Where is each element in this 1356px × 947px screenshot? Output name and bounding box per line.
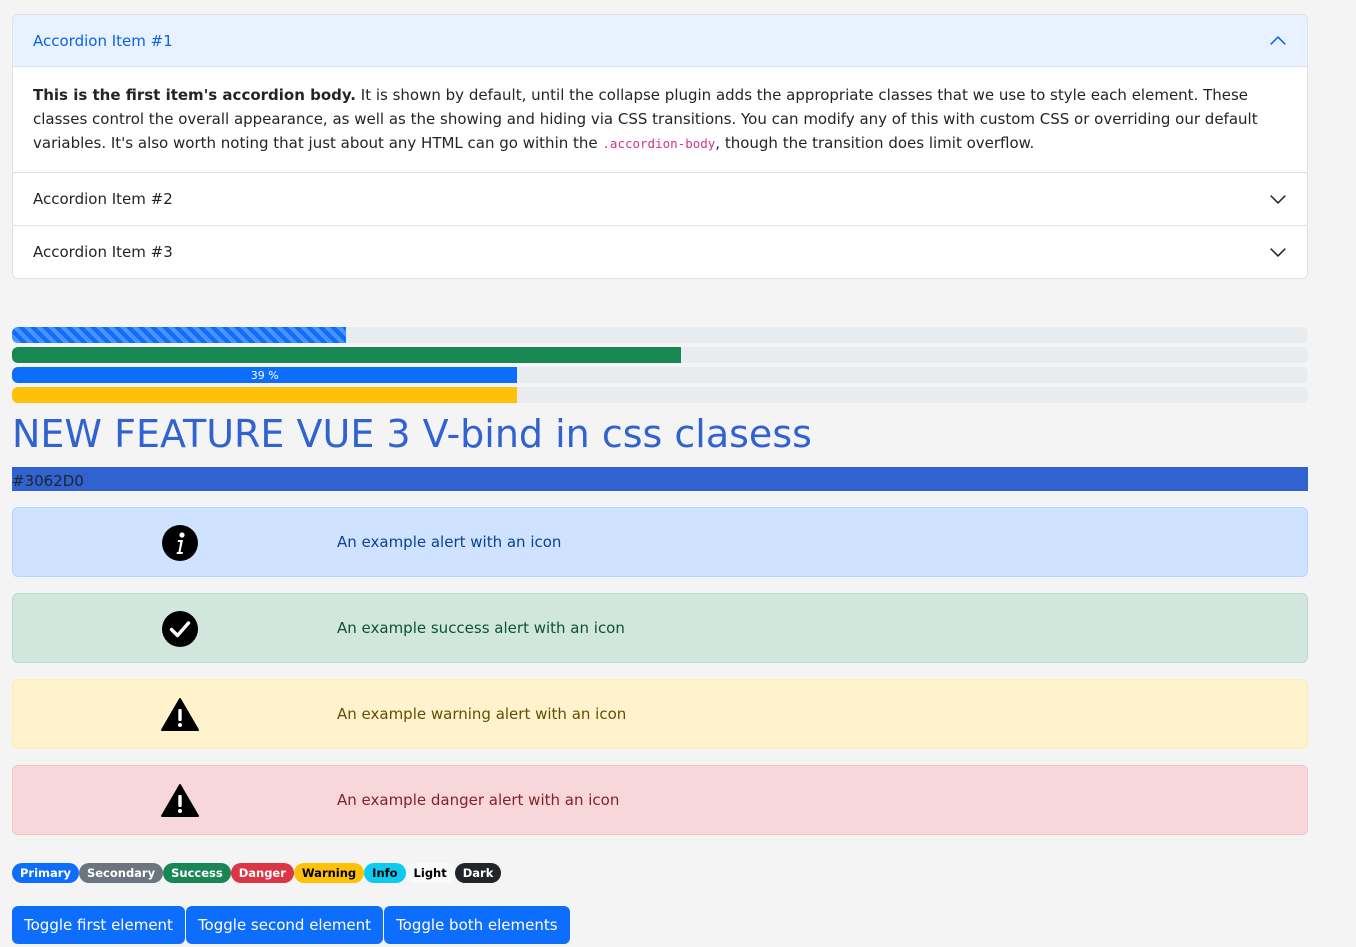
accordion-body-tail: , though the transition does limit overf… xyxy=(715,134,1035,152)
progress-track xyxy=(12,327,1308,343)
chevron-down-icon xyxy=(1270,195,1286,205)
alert-danger: An example danger alert with an icon xyxy=(12,765,1308,835)
accordion-title-3: Accordion Item #3 xyxy=(33,243,173,261)
check-circle-icon xyxy=(162,611,198,647)
badge-row: Primary Secondary Success Danger Warning… xyxy=(12,862,1308,884)
toggle-button-group: Toggle first element Toggle second eleme… xyxy=(12,906,1308,944)
alert-message: An example alert with an icon xyxy=(337,533,562,551)
badge-success: Success xyxy=(163,863,231,883)
accordion-item-3: Accordion Item #3 xyxy=(13,225,1307,278)
info-icon xyxy=(162,525,198,561)
alert-message: An example warning alert with an icon xyxy=(337,705,627,723)
alert-message: An example danger alert with an icon xyxy=(337,791,620,809)
accordion: Accordion Item #1 This is the first item… xyxy=(12,14,1308,279)
progress-bar-striped xyxy=(12,327,347,343)
alert-message: An example success alert with an icon xyxy=(337,619,625,637)
progress-label: 39 % xyxy=(250,368,279,382)
accordion-body-1: This is the first item's accordion body.… xyxy=(13,67,1307,172)
warning-triangle-icon xyxy=(161,784,199,817)
accordion-body-strong: This is the first item's accordion body. xyxy=(33,86,357,104)
alert-info: An example alert with an icon xyxy=(12,507,1308,577)
toggle-both-button[interactable]: Toggle both elements xyxy=(384,906,570,944)
accordion-button-1[interactable]: Accordion Item #1 xyxy=(13,15,1307,67)
progress-track: 39 % xyxy=(12,367,1308,383)
chevron-up-icon xyxy=(1270,35,1286,45)
accordion-item-1: Accordion Item #1 This is the first item… xyxy=(13,15,1307,172)
badge-light: Light xyxy=(405,863,455,883)
progress-group: 39 % xyxy=(12,327,1308,403)
progress-track xyxy=(12,387,1308,403)
chevron-down-icon xyxy=(1270,248,1286,258)
toggle-second-button[interactable]: Toggle second element xyxy=(185,906,384,944)
alert-success: An example success alert with an icon xyxy=(12,593,1308,663)
page-heading: NEW FEATURE VUE 3 V-bind in css clasess xyxy=(12,412,812,456)
warning-triangle-icon xyxy=(161,698,199,731)
badge-danger: Danger xyxy=(230,863,294,883)
progress-bar-warning xyxy=(12,387,518,403)
badge-secondary: Secondary xyxy=(78,863,164,883)
badge-dark: Dark xyxy=(454,863,502,883)
page-content: Accordion Item #1 This is the first item… xyxy=(12,14,1308,944)
accordion-button-3[interactable]: Accordion Item #3 xyxy=(13,226,1307,278)
accordion-item-2: Accordion Item #2 xyxy=(13,172,1307,225)
toggle-first-button[interactable]: Toggle first element xyxy=(12,906,185,944)
accordion-title-1: Accordion Item #1 xyxy=(33,31,173,50)
badge-primary: Primary xyxy=(12,863,79,883)
progress-bar-labeled: 39 % xyxy=(12,367,518,383)
badge-info: Info xyxy=(364,863,406,883)
alert-warning: An example warning alert with an icon xyxy=(12,679,1308,749)
accordion-button-2[interactable]: Accordion Item #2 xyxy=(13,173,1307,225)
accordion-title-2: Accordion Item #2 xyxy=(33,190,173,208)
badge-warning: Warning xyxy=(293,863,365,883)
progress-bar-success xyxy=(12,347,681,363)
progress-track xyxy=(12,347,1308,363)
accordion-body-code: .accordion-body xyxy=(602,136,716,151)
color-bar: #3062D0 xyxy=(12,467,1308,491)
